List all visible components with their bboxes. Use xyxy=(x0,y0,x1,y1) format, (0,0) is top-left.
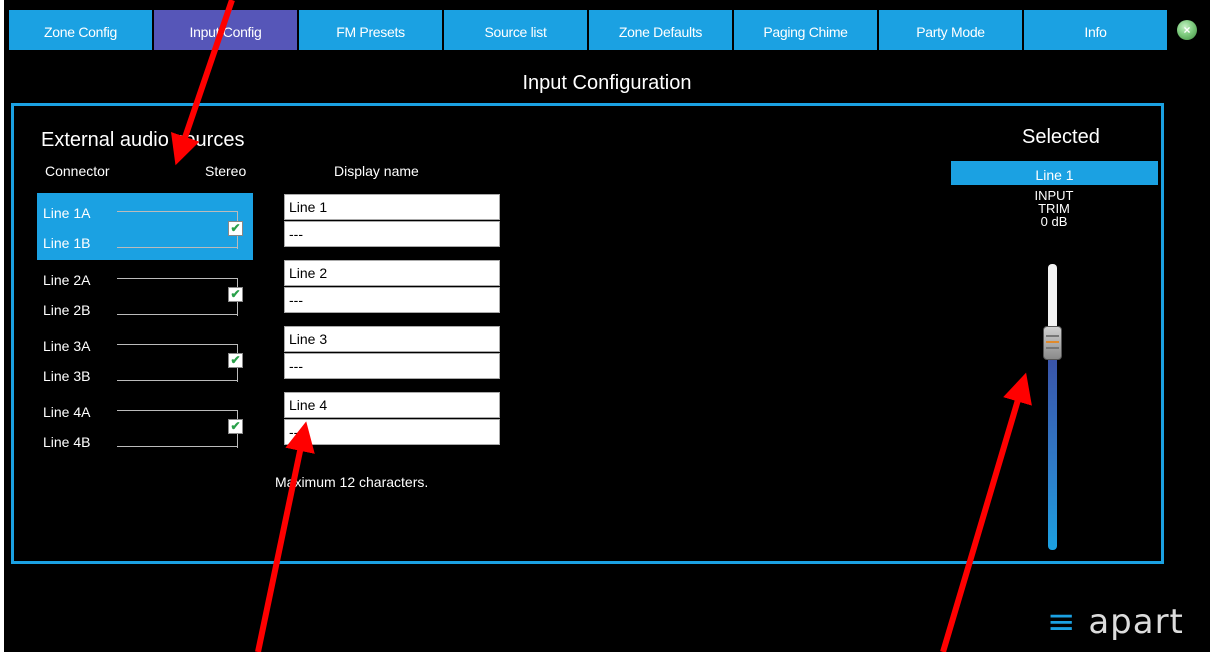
annotation-arrow-trim-slider xyxy=(940,372,1032,652)
annotation-overlay xyxy=(171,0,1032,652)
annotation-arrow-display-name xyxy=(255,421,315,652)
annotation-arrow-stereo xyxy=(171,0,235,166)
